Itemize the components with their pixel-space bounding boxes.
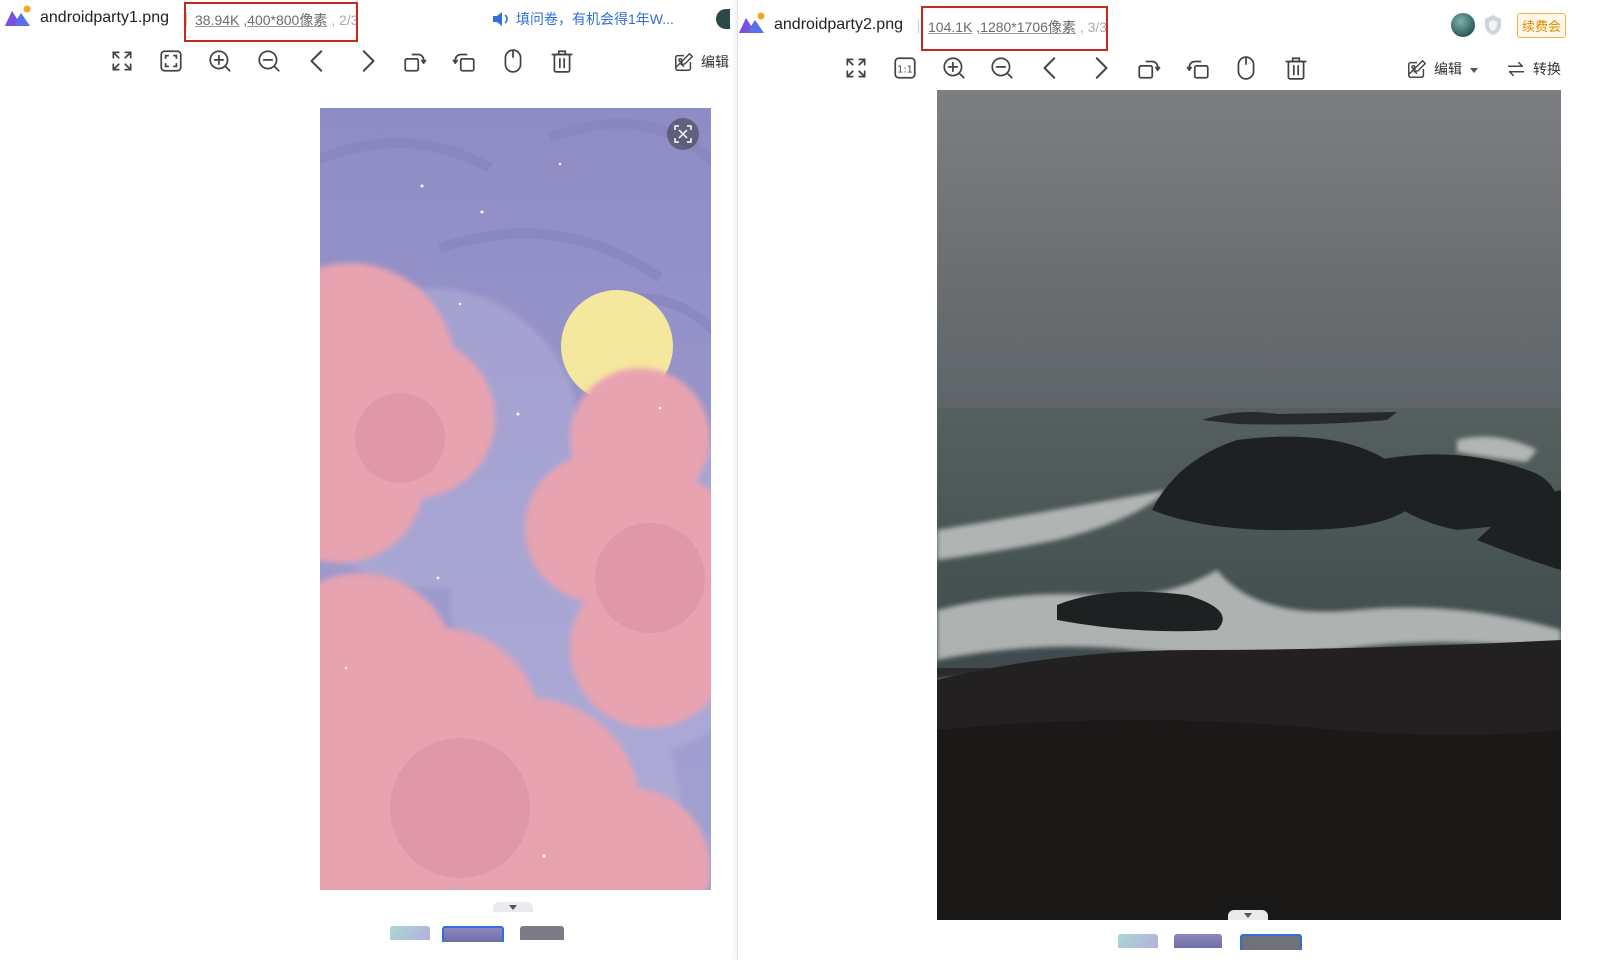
renew-membership-button[interactable]: 续费会 (1517, 13, 1567, 38)
left-viewer-window: androidparty1.png 38.94K ,400*800像素 , 2/… (0, 0, 737, 960)
delete-button[interactable] (1281, 53, 1311, 83)
fit-screen-icon (158, 48, 184, 74)
right-title-bar: androidparty2.png 104.1K ,1280*1706像素 , … (738, 3, 1604, 51)
collapse-thumbnails-button[interactable] (1228, 910, 1268, 920)
delete-icon (1283, 55, 1309, 81)
highlight-box (184, 2, 358, 42)
image-canvas-androidparty2[interactable] (937, 90, 1561, 920)
fullscreen-button[interactable] (841, 53, 871, 83)
thumbnail-1[interactable] (390, 926, 430, 940)
chevron-down-icon (1470, 67, 1478, 73)
edit-icon (673, 51, 695, 73)
rotate-right-button[interactable] (1183, 53, 1213, 83)
edit-icon (1406, 58, 1428, 80)
thumbnail-2[interactable] (442, 926, 504, 942)
previous-icon (305, 48, 331, 74)
rotate-left-button[interactable] (1134, 53, 1164, 83)
thumbnail-3[interactable] (1240, 934, 1302, 950)
zoom-out-button[interactable] (987, 53, 1017, 83)
right-viewer-window: androidparty2.png 104.1K ,1280*1706像素 , … (737, 0, 1604, 960)
thumbnail-1[interactable] (1118, 934, 1158, 948)
survey-notice-text: 填问卷，有机会得1年W... (516, 11, 674, 27)
zoom-out-icon (989, 55, 1015, 81)
zoom-in-icon (941, 55, 967, 81)
mouse-mode-button[interactable] (498, 46, 528, 76)
rotate-right-icon (451, 48, 477, 74)
actual-size-icon (892, 55, 918, 81)
actual-size-button[interactable] (890, 53, 920, 83)
mouse-icon (1233, 55, 1259, 81)
illustration-clouds-moon (320, 108, 711, 890)
delete-button[interactable] (547, 46, 577, 76)
right-toolbar: 编辑 转换 (738, 50, 1604, 90)
fit-screen-button[interactable] (156, 46, 186, 76)
previous-button[interactable] (303, 46, 333, 76)
fullscreen-icon (109, 48, 135, 74)
collapse-thumbnails-button[interactable] (493, 902, 533, 912)
image-canvas-androidparty1[interactable] (320, 108, 711, 890)
avatar[interactable] (1451, 13, 1475, 37)
previous-button[interactable] (1036, 53, 1066, 83)
mouse-icon (500, 48, 526, 74)
left-title-bar: androidparty1.png 38.94K ,400*800像素 , 2/… (0, 0, 737, 42)
thumbnail-2[interactable] (1174, 934, 1222, 948)
edit-label: 编辑 (701, 54, 729, 70)
left-thumbnail-strip (380, 920, 590, 942)
photo-rocky-seashore (937, 90, 1561, 920)
zoom-out-icon (256, 48, 282, 74)
rotate-left-icon (1136, 55, 1162, 81)
fullscreen-button[interactable] (107, 46, 137, 76)
survey-notice-link[interactable]: 填问卷，有机会得1年W... (492, 9, 674, 29)
fullscreen-icon (843, 55, 869, 81)
app-logo-icon (739, 12, 765, 33)
avatar[interactable] (716, 9, 730, 29)
vip-badge-icon[interactable] (1483, 14, 1503, 36)
ocr-text-recognition-button[interactable] (667, 118, 699, 150)
right-filename: androidparty2.png (774, 16, 903, 33)
mouse-mode-button[interactable] (1231, 53, 1261, 83)
highlight-box (921, 6, 1108, 51)
rotate-right-icon (1185, 55, 1211, 81)
delete-icon (549, 48, 575, 74)
zoom-in-button[interactable] (205, 46, 235, 76)
next-icon (354, 48, 380, 74)
app-logo-icon (5, 5, 31, 26)
left-toolbar: 编辑 (0, 44, 737, 84)
zoom-in-button[interactable] (939, 53, 969, 83)
rotate-left-button[interactable] (400, 46, 430, 76)
next-icon (1087, 55, 1113, 81)
previous-icon (1038, 55, 1064, 81)
edit-dropdown-button[interactable]: 编辑 (1406, 58, 1478, 80)
next-button[interactable] (352, 46, 382, 76)
edit-label: 编辑 (1434, 61, 1462, 77)
next-button[interactable] (1085, 53, 1115, 83)
right-thumbnail-strip (1108, 928, 1328, 950)
divider (918, 19, 919, 33)
ocr-icon (674, 125, 692, 143)
zoom-out-button[interactable] (254, 46, 284, 76)
convert-label: 转换 (1533, 61, 1561, 77)
left-filename: androidparty1.png (40, 9, 169, 26)
speaker-icon (493, 12, 508, 26)
zoom-in-icon (207, 48, 233, 74)
rotate-left-icon (402, 48, 428, 74)
thumbnail-3[interactable] (520, 926, 564, 940)
edit-button[interactable]: 编辑 (673, 51, 729, 73)
rotate-right-button[interactable] (449, 46, 479, 76)
convert-button[interactable]: 转换 (1505, 58, 1561, 80)
convert-icon (1505, 58, 1527, 80)
